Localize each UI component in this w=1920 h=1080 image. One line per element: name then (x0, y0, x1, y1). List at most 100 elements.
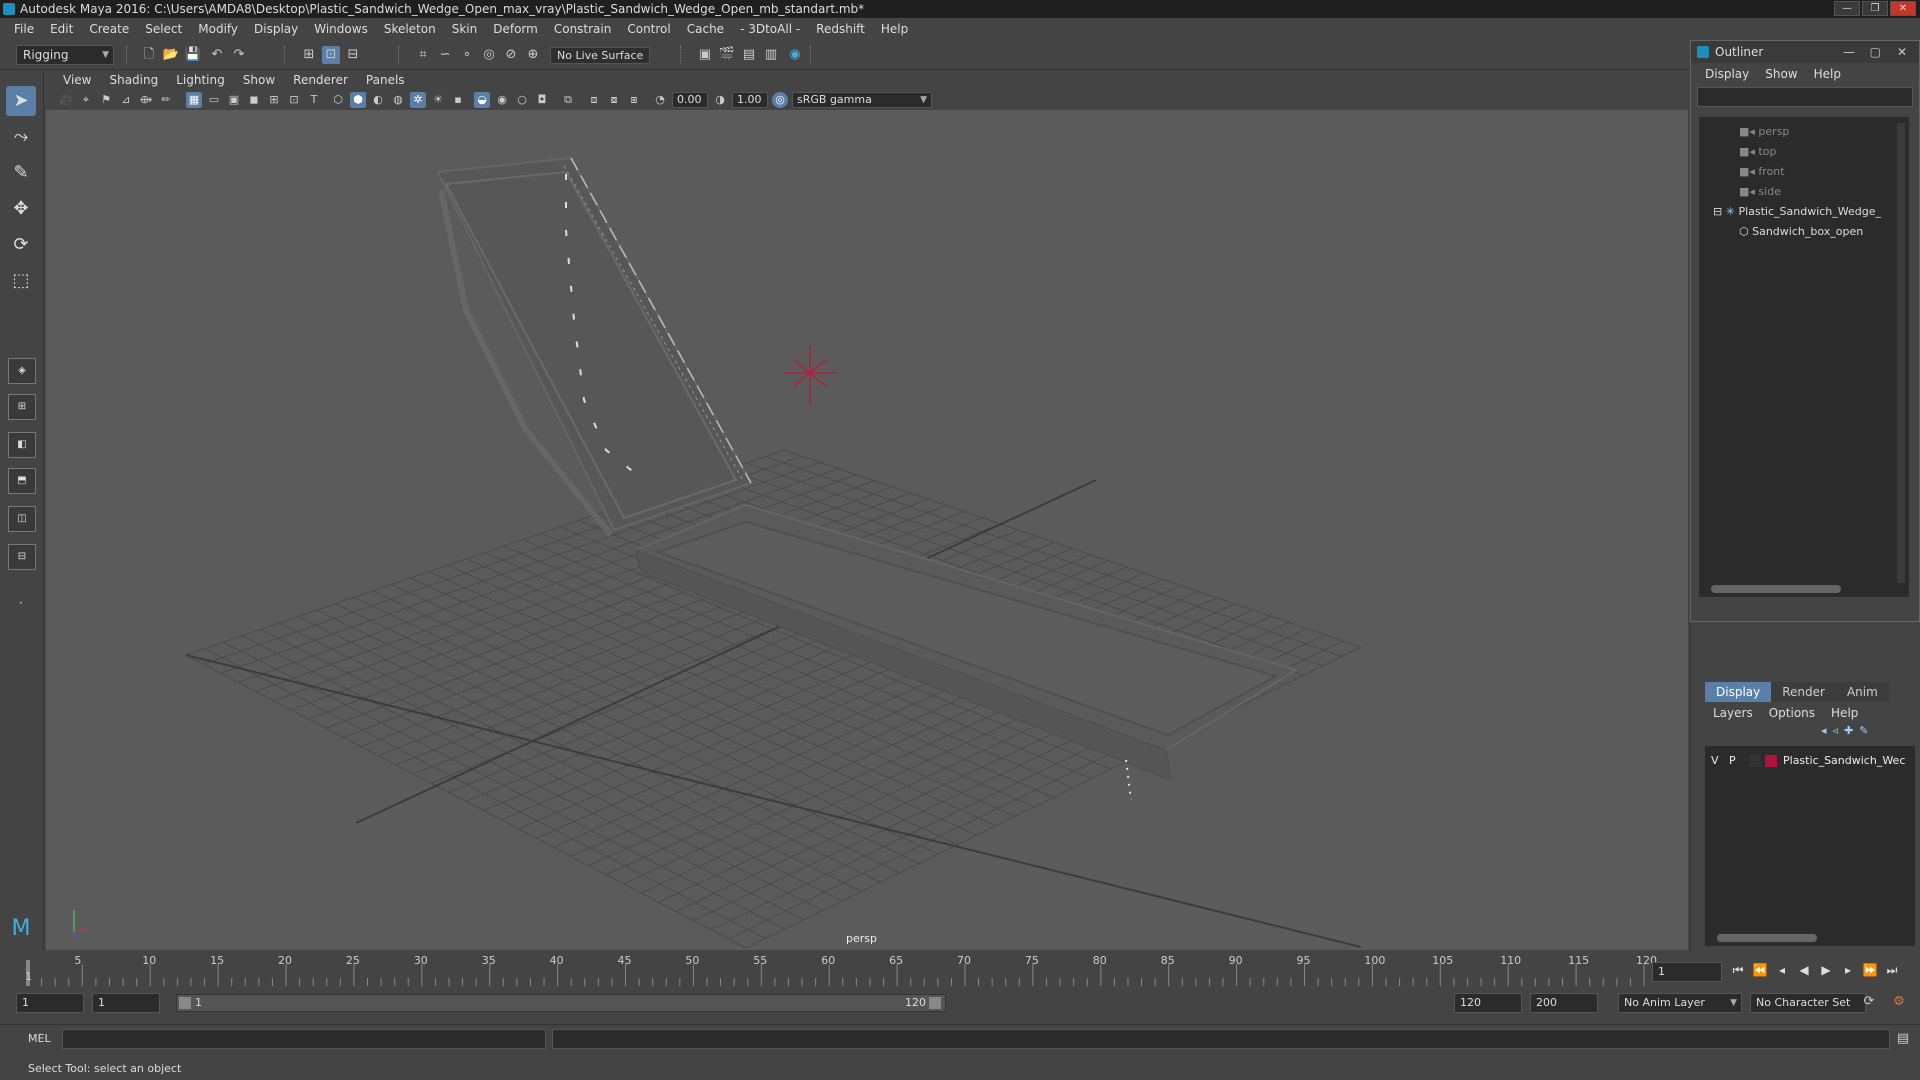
persp-uv-layout-icon[interactable]: ⊟ (8, 544, 36, 570)
menu-windows[interactable]: Windows (306, 22, 376, 36)
layer-name[interactable]: Plastic_Sandwich_Wec (1783, 752, 1905, 770)
auto-key-icon[interactable]: ⟳ (1860, 993, 1878, 1011)
snap-curve-icon[interactable]: ∽ (436, 46, 454, 64)
render-view-icon[interactable]: ▥ (762, 46, 780, 64)
color-management-icon[interactable]: ◎ (772, 92, 788, 108)
menu-cache[interactable]: Cache (679, 22, 732, 36)
isolate-select-icon[interactable]: ⧉ (560, 92, 576, 108)
rotate-tool-icon[interactable]: ⟳ (6, 230, 36, 260)
select-hierarchy-icon[interactable]: ⊞ (300, 46, 318, 64)
step-forward-frame-icon[interactable]: ▸ (1838, 960, 1858, 980)
command-language-label[interactable]: MEL (28, 1032, 51, 1045)
menu-create[interactable]: Create (81, 22, 137, 36)
menu-set-dropdown[interactable]: Rigging ▼ (16, 45, 114, 65)
tab-render[interactable]: Render (1771, 682, 1836, 702)
safe-action-icon[interactable]: ⊡ (286, 92, 302, 108)
outliner-search-field[interactable] (1697, 87, 1913, 107)
character-set-dropdown[interactable]: No Character Set (1750, 993, 1866, 1013)
play-forwards-icon[interactable]: ▶ (1816, 960, 1836, 980)
outliner-item-top[interactable]: ■◂ top (1739, 143, 1776, 161)
tab-anim[interactable]: Anim (1835, 682, 1889, 702)
grease-pencil-icon[interactable]: ✏ (158, 92, 174, 108)
depth-of-field-icon[interactable]: ◘ (534, 92, 550, 108)
go-to-start-icon[interactable]: ⏮ (1728, 960, 1748, 980)
wireframe-on-shaded-icon[interactable]: ◐ (370, 92, 386, 108)
outliner-item-front[interactable]: ■◂ front (1739, 163, 1785, 181)
view-transform-dropdown[interactable]: sRGB gamma ▼ (792, 92, 932, 108)
outliner-maximize-button[interactable]: ▢ (1870, 41, 1881, 63)
outliner-item-side[interactable]: ■◂ side (1739, 183, 1781, 201)
camera-attr-icon[interactable]: ⌖ (78, 92, 94, 108)
image-plane-icon[interactable]: ⊿ (118, 92, 134, 108)
menu-deform[interactable]: Deform (485, 22, 546, 36)
current-frame-field[interactable]: 1 (1652, 962, 1722, 982)
render-settings-icon[interactable]: ▣ (696, 46, 714, 64)
grid-icon[interactable]: ▦ (186, 92, 202, 108)
smooth-shade-icon[interactable]: ⬢ (350, 92, 366, 108)
outliner-minimize-button[interactable]: — (1843, 41, 1855, 63)
menu-help[interactable]: Help (873, 22, 916, 36)
command-input[interactable] (62, 1029, 546, 1049)
move-layer-up-icon[interactable]: ◂ (1821, 724, 1827, 737)
menu-skeleton[interactable]: Skeleton (376, 22, 444, 36)
bookmark-icon[interactable]: ⚑ (98, 92, 114, 108)
save-scene-icon[interactable]: 💾 (184, 46, 202, 64)
camera-select-icon[interactable]: 🎥 (58, 92, 74, 108)
scene-end-field[interactable]: 200 (1530, 993, 1598, 1013)
layer-reference-toggle[interactable] (1749, 755, 1761, 767)
redo-icon[interactable]: ↷ (230, 46, 248, 64)
snap-view-icon[interactable]: ◎ (480, 46, 498, 64)
paint-select-tool-icon[interactable]: ✎ (6, 158, 36, 188)
perspective-viewport[interactable]: persp (46, 110, 1688, 950)
range-start-handle[interactable] (179, 997, 191, 1009)
snap-point-icon[interactable]: ∘ (458, 46, 476, 64)
exposure-field[interactable]: 0.00 (672, 92, 708, 108)
screen-space-ao-icon[interactable]: ◒ (474, 92, 490, 108)
outliner-item-mesh[interactable]: ⬡ Sandwich_box_open (1739, 223, 1863, 241)
menu-redshift[interactable]: Redshift (808, 22, 873, 36)
move-layer-down-icon[interactable]: ◃ (1833, 724, 1839, 737)
outliner-menu-help[interactable]: Help (1806, 67, 1849, 81)
range-end-handle[interactable] (929, 997, 941, 1009)
scale-tool-icon[interactable]: ⬚ (6, 266, 36, 296)
outliner-item-group[interactable]: ⊟ ✳ Plastic_Sandwich_Wedge_ (1713, 203, 1881, 221)
two-d-pan-icon[interactable]: ⟴ (138, 92, 154, 108)
gate-mask-icon[interactable]: ◼ (246, 92, 262, 108)
step-back-frame-icon[interactable]: ◂ (1772, 960, 1792, 980)
vp-menu-lighting[interactable]: Lighting (167, 73, 234, 87)
range-slider[interactable]: 1 120 (176, 994, 946, 1012)
snap-surface-icon[interactable]: ⊘ (502, 46, 520, 64)
layer-menu-layers[interactable]: Layers (1705, 706, 1761, 720)
playback-start-field[interactable]: 1 (92, 993, 160, 1013)
render-frame-icon[interactable]: 🎬 (718, 46, 736, 64)
lasso-tool-icon[interactable]: ⤳ (6, 122, 36, 152)
multisample-aa-icon[interactable]: ○ (514, 92, 530, 108)
xray-joints-icon[interactable]: ⧈ (586, 92, 602, 108)
layer-menu-options[interactable]: Options (1761, 706, 1823, 720)
snap-magnet-icon[interactable]: ⊕ (524, 46, 542, 64)
gamma-field[interactable]: 1.00 (732, 92, 768, 108)
outliner-vertical-scrollbar[interactable] (1897, 123, 1905, 583)
backface-icon[interactable]: ⧆ (626, 92, 642, 108)
minimize-button[interactable]: — (1834, 1, 1860, 16)
xray-active-icon[interactable]: ⧇ (606, 92, 622, 108)
vp-menu-renderer[interactable]: Renderer (284, 73, 357, 87)
persp-outliner-layout-icon[interactable]: ◧ (8, 432, 36, 458)
layer-color-swatch[interactable] (1765, 755, 1777, 767)
safe-title-icon[interactable]: T (306, 92, 322, 108)
motion-blur-icon[interactable]: ◉ (494, 92, 510, 108)
new-scene-icon[interactable]: 🗋 (140, 46, 158, 64)
new-layer-selected-icon[interactable]: ✎ (1859, 724, 1868, 737)
menu-select[interactable]: Select (137, 22, 190, 36)
outliner-close-button[interactable]: ✕ (1897, 41, 1907, 63)
xray-icon[interactable]: ▪ (450, 92, 466, 108)
ipr-render-icon[interactable]: ▤ (740, 46, 758, 64)
film-gate-icon[interactable]: ▭ (206, 92, 222, 108)
tab-display[interactable]: Display (1705, 682, 1772, 702)
wireframe-icon[interactable]: ⬡ (330, 92, 346, 108)
time-slider[interactable]: 1 5 10 15 20 25 30 35 40 45 50 55 60 65 70 75 80 85 90 95 10… (0, 952, 1920, 988)
outliner-item-persp[interactable]: ■◂ persp (1739, 123, 1789, 141)
shadows-icon[interactable]: ☀ (430, 92, 446, 108)
resolution-gate-icon[interactable]: ▣ (226, 92, 242, 108)
layer-horizontal-scrollbar[interactable] (1717, 934, 1817, 942)
